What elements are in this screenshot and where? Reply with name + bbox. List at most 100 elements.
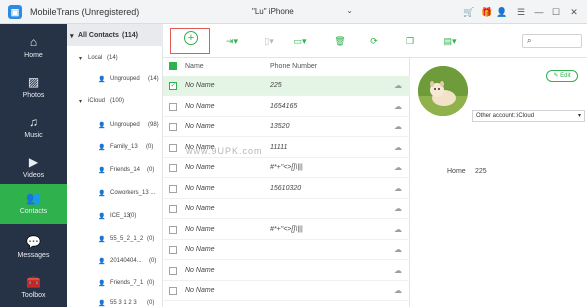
table-row[interactable]: No Name 15610320 ☁ bbox=[163, 179, 410, 199]
contact-phone: #*+"<>[]\||| bbox=[270, 164, 303, 171]
contact-name: No Name bbox=[185, 164, 215, 171]
row-checkbox[interactable] bbox=[169, 225, 177, 234]
row-checkbox[interactable] bbox=[169, 143, 177, 152]
column-name-header: Name bbox=[185, 63, 204, 70]
tree-item-count: (0) bbox=[146, 144, 154, 150]
minimize-icon[interactable]: — bbox=[533, 6, 545, 18]
cloud-icon: ☁ bbox=[394, 122, 402, 131]
person-icon: 👤 bbox=[98, 123, 106, 129]
tree-item-group[interactable]: 👤 Family_13 (0) bbox=[67, 141, 163, 155]
select-all-checkbox[interactable] bbox=[169, 62, 177, 70]
contact-name: No Name bbox=[185, 123, 215, 130]
tree-item-local[interactable]: ▾ Local (14) bbox=[67, 52, 163, 66]
table-row[interactable]: No Name #*+"<>[]\||| ☁ bbox=[163, 158, 410, 178]
contact-name: No Name bbox=[185, 82, 215, 89]
tree-item-group[interactable]: 👤 ICE_13 (0) bbox=[67, 210, 163, 224]
contact-name: No Name bbox=[185, 225, 215, 233]
nav-item-videos[interactable]: ▶ Videos bbox=[0, 148, 67, 188]
cart-icon[interactable]: 🛒 bbox=[463, 6, 475, 18]
row-checkbox[interactable] bbox=[169, 123, 177, 131]
table-row[interactable]: No Name ☁ bbox=[163, 261, 410, 281]
contact-phone: #*+"<>[]\||| bbox=[270, 225, 303, 233]
table-row[interactable]: No Name ☁ bbox=[163, 281, 410, 301]
table-row[interactable]: No Name ☁ bbox=[163, 199, 410, 219]
tree-item-group[interactable]: 👤 Coworkers_13 ... bbox=[67, 187, 163, 201]
nav-label: Toolbox bbox=[21, 292, 46, 299]
tree-item-label: Family_13 bbox=[110, 144, 138, 150]
export-icon[interactable]: ▯▾ bbox=[258, 34, 280, 48]
gift-icon[interactable]: 🎁 bbox=[481, 6, 493, 18]
contacts-icon: 👥 bbox=[26, 191, 41, 205]
menu-icon[interactable]: ☰ bbox=[515, 6, 527, 18]
contact-name: No Name bbox=[185, 205, 215, 212]
row-checkbox[interactable] bbox=[169, 102, 177, 111]
main-nav: ⌂ Home ▨ Photos ♫ Music ▶ Videos 👥 Conta… bbox=[0, 24, 67, 307]
contact-phone: 13520 bbox=[270, 123, 290, 130]
edit-button[interactable]: ✎ Edit bbox=[546, 70, 578, 82]
refresh-icon[interactable]: ⟳ bbox=[367, 34, 381, 48]
device-name: "Lu" iPhone bbox=[252, 7, 294, 16]
tree-item-group[interactable]: 👤 20140404... (0) bbox=[67, 255, 163, 269]
duplicate-icon[interactable]: ❐ bbox=[403, 34, 417, 48]
tree-item-icloud[interactable]: ▾ iCloud (100) bbox=[67, 95, 163, 109]
table-row[interactable]: ✓ No Name 225 ☁ bbox=[163, 76, 410, 96]
tree-item-label: Coworkers_13 ... bbox=[110, 190, 156, 196]
tree-item-local-ungrouped[interactable]: 👤 Ungrouped (14) bbox=[67, 73, 163, 87]
table-row[interactable]: No Name #*+"<>[]\||| ☁ bbox=[163, 220, 410, 240]
table-row[interactable]: No Name 1654165 ☁ bbox=[163, 97, 410, 117]
caret-down-icon: ▾ bbox=[79, 56, 83, 62]
nav-item-photos[interactable]: ▨ Photos bbox=[0, 68, 67, 108]
tree-item-group[interactable]: 👤 Friends_14 (0) bbox=[67, 164, 163, 178]
toolbox-icon[interactable]: ▤▾ bbox=[439, 34, 461, 48]
tree-item-label: 55_5_2_1_2 bbox=[110, 236, 144, 242]
tree-item-icloud-ungrouped[interactable]: 👤 Ungrouped (98) bbox=[67, 119, 163, 133]
nav-item-contacts[interactable]: 👥 Contacts bbox=[0, 184, 67, 224]
cloud-icon: ☁ bbox=[394, 265, 402, 275]
row-checkbox[interactable] bbox=[169, 164, 177, 172]
table-row[interactable]: No Name 13520 ☁ bbox=[163, 117, 410, 137]
nav-item-home[interactable]: ⌂ Home bbox=[0, 28, 67, 68]
photos-icon: ▨ bbox=[27, 75, 40, 89]
group-icon: 👤 bbox=[98, 301, 106, 307]
contact-phone: 225 bbox=[270, 82, 282, 89]
row-checkbox[interactable] bbox=[169, 287, 177, 295]
maximize-icon[interactable]: ☐ bbox=[550, 6, 562, 18]
import-icon[interactable]: ⇥▾ bbox=[221, 34, 243, 48]
add-contact-button[interactable]: + bbox=[184, 31, 198, 45]
delete-icon[interactable]: 🗑 bbox=[333, 34, 347, 48]
chevron-down-icon: ▾ bbox=[577, 113, 581, 119]
nav-item-messages[interactable]: 💬 Messages bbox=[0, 228, 67, 268]
cloud-icon: ☁ bbox=[394, 204, 402, 213]
search-input[interactable]: ⌕ bbox=[522, 34, 582, 48]
cloud-icon: ☁ bbox=[394, 183, 402, 193]
table-header: Name Phone Number bbox=[163, 58, 410, 76]
nav-label: Messages bbox=[17, 252, 50, 259]
tree-item-group[interactable]: 👤 55 3 1 2 3 (0) bbox=[67, 297, 163, 307]
table-row[interactable]: No Name ☁ bbox=[163, 240, 410, 260]
row-checkbox[interactable] bbox=[169, 266, 177, 275]
cloud-icon: ☁ bbox=[394, 163, 402, 172]
nav-item-toolbox[interactable]: 🧰 Toolbox bbox=[0, 268, 67, 307]
videos-icon: ▶ bbox=[28, 155, 39, 169]
transfer-icon[interactable]: ▭▾ bbox=[287, 34, 313, 48]
app-title: MobileTrans (Unregistered) bbox=[30, 7, 140, 17]
messages-icon: 💬 bbox=[26, 235, 41, 249]
nav-label: Photos bbox=[22, 92, 45, 99]
user-icon[interactable]: 👤 bbox=[496, 6, 508, 18]
tree-item-group[interactable]: 👤 55_5_2_1_2 (0) bbox=[67, 233, 163, 247]
tree-item-group[interactable]: 👤 Friends_7_1 (0) bbox=[67, 277, 163, 291]
account-select[interactable]: Other account::iCloud ▾ bbox=[472, 110, 585, 122]
group-icon: 👤 bbox=[98, 281, 106, 287]
cloud-icon: ☁ bbox=[394, 81, 402, 90]
nav-item-music[interactable]: ♫ Music bbox=[0, 108, 67, 148]
row-checkbox[interactable] bbox=[169, 246, 177, 254]
tree-item-count: (98) bbox=[148, 122, 159, 128]
tree-item-label: ICE_13 bbox=[110, 213, 131, 219]
contact-phone: 15610320 bbox=[270, 184, 302, 192]
tree-all-contacts[interactable]: ▾ All Contacts (114) bbox=[67, 24, 163, 46]
device-selector[interactable]: "Lu" iPhone ⌄ bbox=[238, 6, 353, 18]
row-checkbox[interactable]: ✓ bbox=[169, 82, 177, 90]
row-checkbox[interactable] bbox=[169, 184, 177, 193]
close-icon[interactable]: ✕ bbox=[568, 6, 580, 18]
row-checkbox[interactable] bbox=[169, 205, 177, 213]
